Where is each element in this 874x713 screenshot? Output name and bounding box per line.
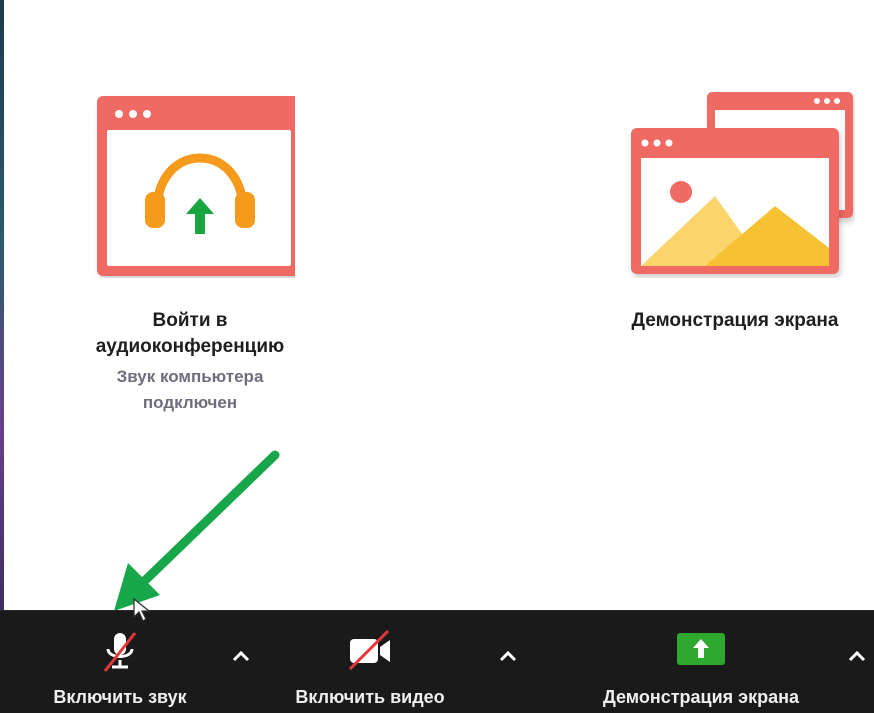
- join-audio-title: Войти в аудиоконференцию: [95, 310, 285, 357]
- audio-status-text: Звук компьютера подключен: [116, 367, 264, 412]
- share-screen-up-arrow-icon: [677, 633, 725, 665]
- join-audio-option[interactable]: Войти в аудиоконференцию Звук компьютера…: [70, 88, 310, 416]
- meeting-toolbar: Включить звук Включить видео Демонстраци…: [0, 597, 874, 713]
- unmute-button[interactable]: Включить звук: [20, 597, 220, 713]
- share-screen-option[interactable]: Демонстрация экрана: [600, 88, 870, 334]
- mouse-cursor-icon: [133, 597, 151, 622]
- start-video-label: Включить видео: [295, 687, 445, 707]
- audio-options-caret-icon[interactable]: [230, 645, 252, 667]
- start-video-button[interactable]: Включить видео: [270, 611, 470, 713]
- share-screen-label: Демонстрация экрана: [602, 687, 800, 707]
- headphones-icon: [97, 96, 295, 276]
- unmute-label: Включить звук: [53, 687, 187, 707]
- microphone-muted-icon: [103, 632, 137, 672]
- video-off-icon: [348, 629, 390, 671]
- screen-share-icon: [631, 92, 853, 274]
- share-screen-title: Демонстрация экрана: [631, 310, 839, 331]
- window-edge: [0, 0, 4, 610]
- share-options-caret-icon[interactable]: [846, 645, 868, 667]
- video-options-caret-icon[interactable]: [497, 645, 519, 667]
- annotation-arrow: [114, 450, 280, 611]
- zoom-meeting-window: Войти в аудиоконференцию Звук компьютера…: [0, 0, 874, 713]
- share-screen-button[interactable]: Демонстрация экрана: [570, 611, 832, 713]
